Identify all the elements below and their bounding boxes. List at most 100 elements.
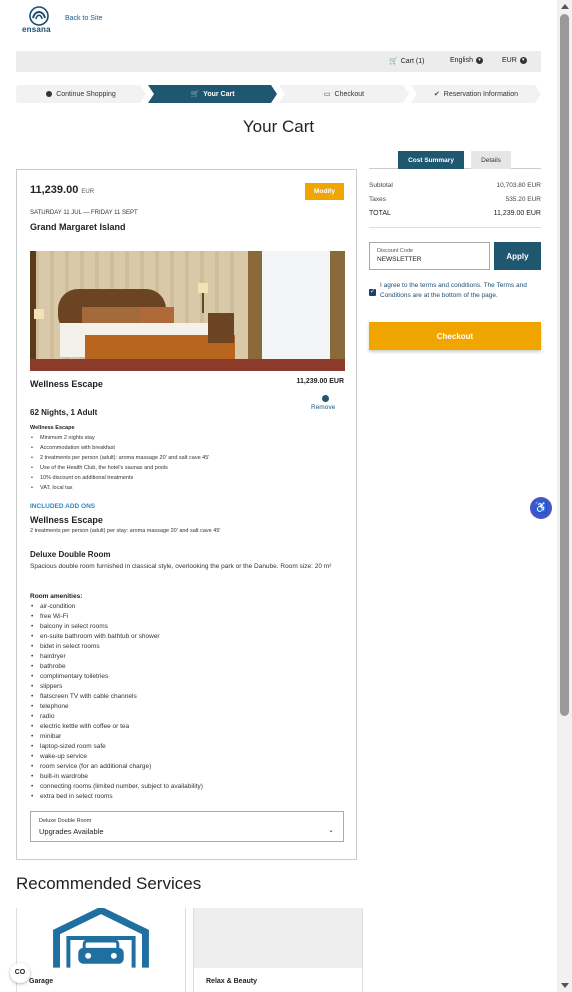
step-continue-shopping[interactable]: Continue Shopping xyxy=(16,85,146,103)
step-your-cart[interactable]: 🛒 Your Cart xyxy=(148,85,277,103)
step-label: Continue Shopping xyxy=(56,90,116,98)
list-item: Accommodation with breakfast xyxy=(30,443,209,453)
logo-text: ensana xyxy=(22,25,51,34)
scrollbar-thumb[interactable] xyxy=(560,14,569,716)
terms-checkbox[interactable]: ✓ xyxy=(369,289,376,296)
remove-link[interactable]: Remove xyxy=(311,404,335,411)
list-item: radio xyxy=(30,712,203,722)
list-item: built-in wardrobe xyxy=(30,772,203,782)
list-item: wake-up service xyxy=(30,752,203,762)
service-name: Relax & Beauty xyxy=(206,978,257,985)
list-item: 10% discount on additional treatments xyxy=(30,473,209,483)
list-item: minibar xyxy=(30,732,203,742)
list-item: extra bed in select rooms xyxy=(30,792,203,802)
room-photo xyxy=(30,251,345,371)
list-item: bathrobe xyxy=(30,662,203,672)
list-item: slippers xyxy=(30,682,203,692)
chevron-down-icon: ▾ xyxy=(475,57,483,64)
summary-label: Taxes xyxy=(369,196,386,203)
cart-item-card: 11,239.00 EUR Modify SATURDAY 11 JUL — F… xyxy=(16,169,357,860)
cart-icon: 🛒 xyxy=(190,91,200,98)
discount-code-input[interactable] xyxy=(377,256,485,263)
package-price: 11,239.00 EUR xyxy=(296,378,344,385)
accessibility-icon[interactable]: ♿ xyxy=(530,497,552,519)
amenities-list: air-condition free Wi-Fi balcony in sele… xyxy=(30,602,203,802)
item-price-value: 11,239.00 xyxy=(30,184,79,196)
room-name: Deluxe Double Room xyxy=(30,550,111,559)
cookie-settings-icon[interactable]: CO xyxy=(10,963,30,983)
summary-row-total: TOTAL 11,239.00 EUR xyxy=(369,210,541,217)
list-item: en-suite bathroom with bathtub or shower xyxy=(30,632,203,642)
apply-button[interactable]: Apply xyxy=(494,242,541,270)
cart-icon: 🛒 xyxy=(389,58,398,65)
list-item: 2 treatments per person (adult): aroma m… xyxy=(30,453,209,463)
divider xyxy=(369,227,541,228)
summary-value: 11,239.00 EUR xyxy=(493,210,541,217)
garage-icon xyxy=(17,908,185,968)
list-item: VAT, local tax xyxy=(30,483,209,493)
list-item: room service (for an additional charge) xyxy=(30,762,203,772)
summary-label: Subtotal xyxy=(369,182,393,189)
page: ensana Back to Site 🛒 Cart (1) English ▾… xyxy=(0,0,557,992)
list-item: hairdryer xyxy=(30,652,203,662)
list-item: electric kettle with coffee or tea xyxy=(30,722,203,732)
list-item: free Wi-Fi xyxy=(30,612,203,622)
addon-name: Wellness Escape xyxy=(30,515,103,525)
terms-agreement[interactable]: ✓ I agree to the terms and conditions. T… xyxy=(369,281,541,301)
scrollbar[interactable] xyxy=(557,0,572,992)
terms-text: I agree to the terms and conditions. The… xyxy=(380,282,527,299)
cart-link[interactable]: 🛒 Cart (1) xyxy=(389,57,424,66)
list-item: telephone xyxy=(30,702,203,712)
step-label: Checkout xyxy=(334,90,365,98)
package-heading: Wellness Escape xyxy=(30,425,75,431)
summary-value: 10,703.80 EUR xyxy=(496,182,541,189)
amenities-heading: Room amenities: xyxy=(30,593,83,600)
step-label: Your Cart xyxy=(203,90,235,98)
package-name: Wellness Escape xyxy=(30,379,103,389)
nights-guests: 62 Nights, 1 Adult xyxy=(30,408,98,417)
addon-description: 2 treatments per person (adult) per stay… xyxy=(30,528,221,534)
summary-label: TOTAL xyxy=(369,210,391,217)
chevron-down-icon: ⌄ xyxy=(328,827,334,834)
language-selector[interactable]: English ▾ xyxy=(450,57,483,64)
scroll-up-icon[interactable] xyxy=(561,4,569,9)
service-card-garage[interactable]: Garage xyxy=(16,908,186,992)
chevron-down-icon: ▾ xyxy=(519,57,527,64)
list-item: air-condition xyxy=(30,602,203,612)
tab-cost-summary[interactable]: Cost Summary xyxy=(398,151,464,169)
summary-value: 535.20 EUR xyxy=(505,196,541,203)
scroll-down-icon[interactable] xyxy=(561,983,569,988)
list-item: balcony in select rooms xyxy=(30,622,203,632)
language-label: English xyxy=(450,57,473,64)
service-name: Garage xyxy=(29,978,54,985)
discount-code-field[interactable]: Discount Code xyxy=(369,242,490,270)
select-label: Deluxe Double Room xyxy=(39,818,92,824)
service-card-relax-beauty[interactable]: Relax & Beauty xyxy=(193,908,363,992)
package-inclusions: Minimum 2 nights stay Accommodation with… xyxy=(30,433,209,493)
remove-icon[interactable] xyxy=(322,395,329,402)
currency-selector[interactable]: EUR ▾ xyxy=(502,57,527,64)
modify-button[interactable]: Modify xyxy=(305,183,344,200)
card-icon: ▭ xyxy=(323,91,331,98)
item-price-currency: EUR xyxy=(81,189,95,195)
select-value: Upgrades Available xyxy=(39,827,104,836)
room-upgrade-select[interactable]: Deluxe Double Room Upgrades Available ⌄ xyxy=(30,811,344,842)
hotel-name: Grand Margaret Island xyxy=(30,222,126,232)
summary-row-subtotal: Subtotal 10,703.80 EUR xyxy=(369,182,541,189)
step-label: Reservation Information xyxy=(443,90,519,98)
step-reservation-information[interactable]: ✔ Reservation Information xyxy=(411,85,541,103)
step-checkout[interactable]: ▭ Checkout xyxy=(279,85,409,103)
discount-code-label: Discount Code xyxy=(377,248,414,254)
page-title: Your Cart xyxy=(242,117,315,136)
list-item: Minimum 2 nights stay xyxy=(30,433,209,443)
list-item: connecting rooms (limited number, subjec… xyxy=(30,782,203,792)
check-icon: ✔ xyxy=(433,91,440,98)
list-item: bidet in select rooms xyxy=(30,642,203,652)
tab-details[interactable]: Details xyxy=(471,151,511,169)
list-item: complimentary toiletries xyxy=(30,672,203,682)
summary-row-taxes: Taxes 535.20 EUR xyxy=(369,196,541,203)
checkout-button[interactable]: Checkout xyxy=(369,322,541,350)
back-to-site-link[interactable]: Back to Site xyxy=(65,15,102,22)
currency-label: EUR xyxy=(502,57,517,64)
room-description: Spacious double room furnished in classi… xyxy=(30,563,332,570)
